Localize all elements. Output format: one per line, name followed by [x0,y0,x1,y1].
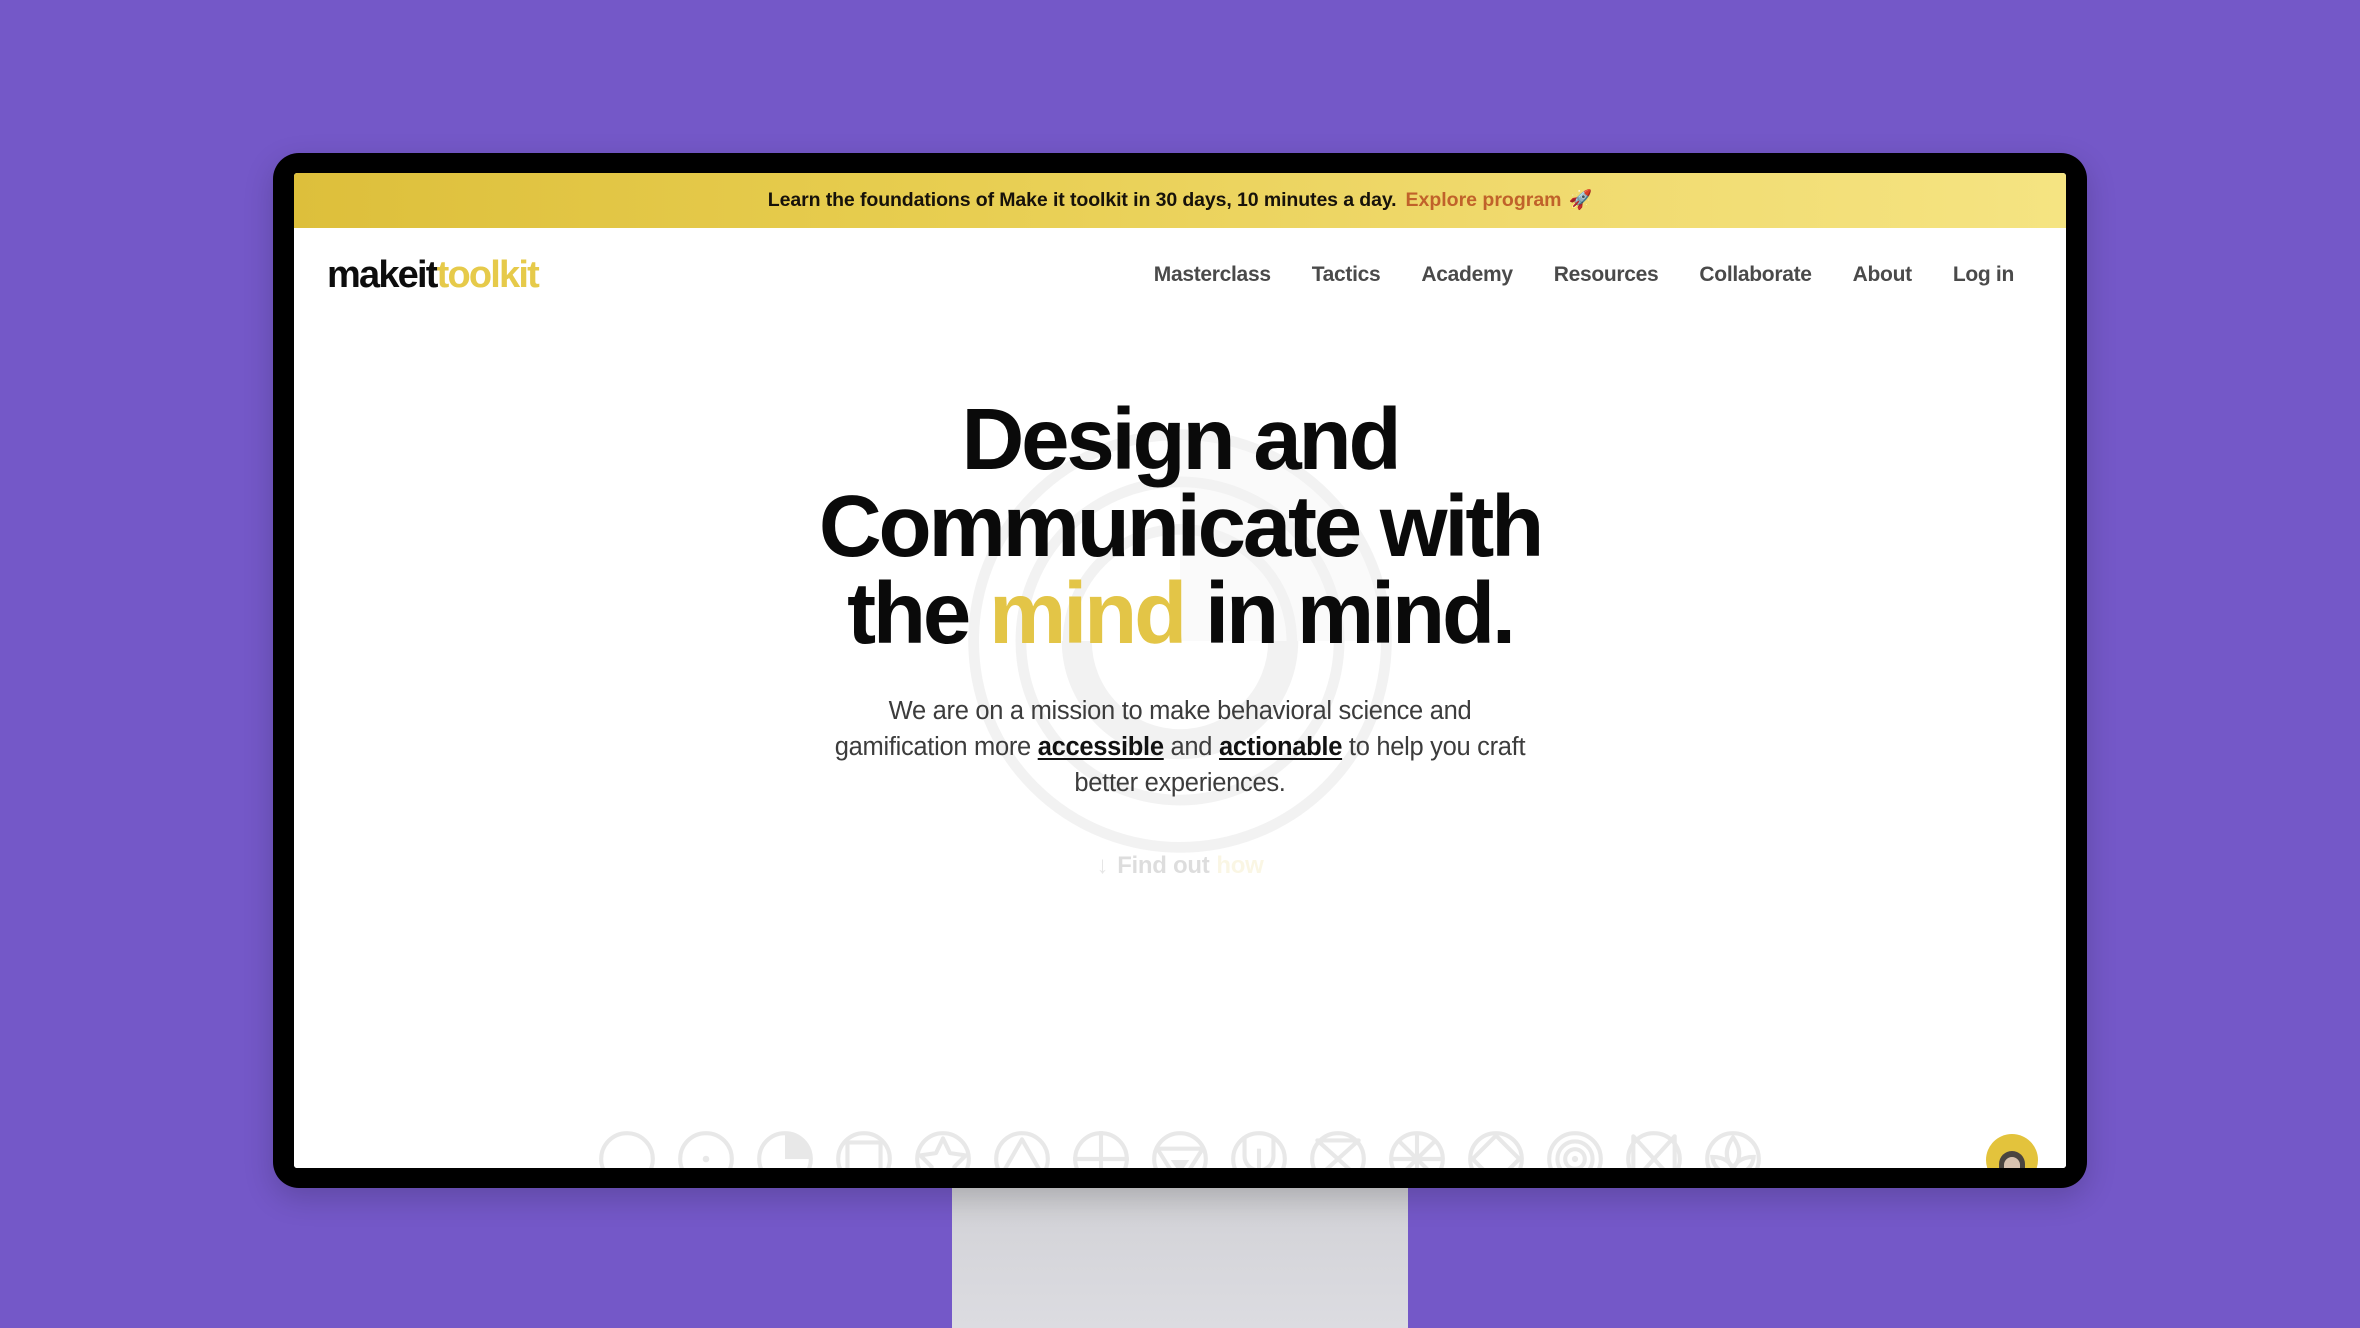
nav-item-tactics[interactable]: Tactics [1312,263,1381,287]
find-out-accent: how [1216,851,1264,879]
circle-dot-icon[interactable] [675,1128,737,1168]
circle-icon[interactable] [596,1128,658,1168]
monitor-stand [952,1178,1408,1328]
nav-item-collaborate[interactable]: Collaborate [1699,263,1812,287]
hero-subtitle: We are on a mission to make behavioral s… [820,693,1540,802]
nav-item-about[interactable]: About [1853,263,1912,287]
brand-logo-part1: makeit [327,253,438,296]
monitor-bezel: Learn the foundations of Make it toolkit… [273,153,2087,1188]
rocket-icon: 🚀 [1568,190,1593,211]
hourglass-icon[interactable] [1307,1128,1369,1168]
hero-content: Design and Communicate with the mind in … [294,321,2066,880]
site-header: makeittoolkit Masterclass Tactics Academ… [294,228,2066,321]
hero-title-line3-pre: the [847,565,971,662]
diamond-in-circle-icon[interactable] [1465,1128,1527,1168]
nav-item-academy[interactable]: Academy [1421,263,1513,287]
trident-icon[interactable] [1228,1128,1290,1168]
inverted-triangle-icon[interactable] [1149,1128,1211,1168]
lotus-icon[interactable] [1702,1128,1764,1168]
brand-logo[interactable]: makeittoolkit [327,253,540,296]
nav-item-login[interactable]: Log in [1953,263,2014,287]
find-out-how-button[interactable]: ↓ Find out how [294,852,2066,880]
nav-item-masterclass[interactable]: Masterclass [1154,263,1271,287]
main-navigation: Masterclass Tactics Academy Resources Co… [1154,263,2015,287]
accessible-link[interactable]: accessible [1038,733,1164,761]
actionable-link[interactable]: actionable [1219,733,1342,761]
target-rings-icon[interactable] [1544,1128,1606,1168]
page-title: Design and Communicate with the mind in … [680,396,1680,657]
arrow-down-icon: ↓ [1096,851,1109,879]
hero-title-accent: mind [989,565,1187,662]
hero-title-line2: Communicate with [818,478,1544,575]
triangle-in-circle-icon[interactable] [991,1128,1053,1168]
explore-program-link[interactable]: Explore program [1405,189,1561,212]
hero-title-line1: Design and [961,391,1402,488]
brand-logo-part2: toolkit [436,253,540,296]
screen: Learn the foundations of Make it toolkit… [294,173,2066,1168]
icon-strip [294,1128,2066,1168]
promo-banner[interactable]: Learn the foundations of Make it toolkit… [294,173,2066,228]
asterisk-icon[interactable] [1386,1128,1448,1168]
find-out-label: Find out [1117,851,1210,879]
hero-subtitle-part2: and [1170,733,1213,762]
pie-chart-icon[interactable] [754,1128,816,1168]
hero-section: Design and Communicate with the mind in … [294,321,2066,1168]
avatar-face [2004,1157,2020,1168]
star-in-circle-icon[interactable] [912,1128,974,1168]
bowtie-icon[interactable] [1623,1128,1685,1168]
nav-item-resources[interactable]: Resources [1554,263,1659,287]
hero-title-line3-post: in mind. [1205,565,1516,662]
promo-banner-text: Learn the foundations of Make it toolkit… [767,189,1397,211]
square-in-circle-icon[interactable] [833,1128,895,1168]
crosshair-icon[interactable] [1070,1128,1132,1168]
